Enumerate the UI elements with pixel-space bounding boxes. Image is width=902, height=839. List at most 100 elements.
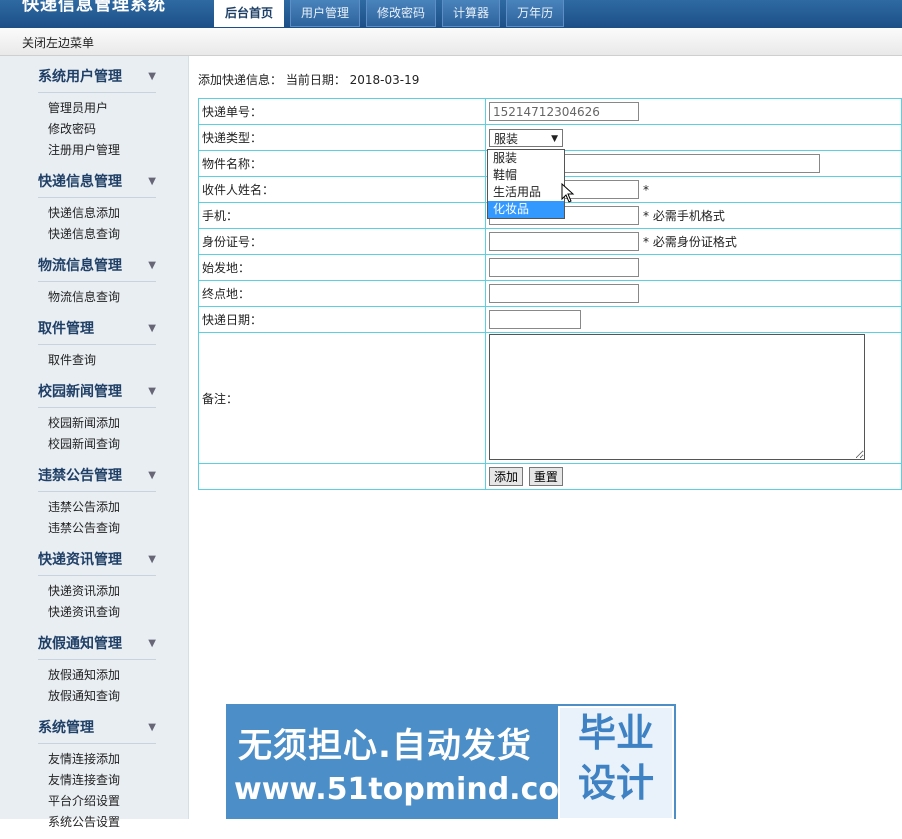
sub-bar: 关闭左边菜单: [0, 28, 902, 56]
phone-hint: * 必需手机格式: [643, 208, 725, 223]
sidebar-item-express-query[interactable]: 快递信息查询: [48, 224, 188, 245]
watermark-url: www.51topmind.com: [234, 772, 591, 807]
recipient-label: 收件人姓名：: [198, 176, 486, 203]
tab-home[interactable]: 后台首页: [214, 0, 285, 27]
chevron-down-icon: ▼: [148, 554, 156, 565]
type-label: 快递类型：: [198, 124, 486, 151]
sidebar-item-link-add[interactable]: 友情连接添加: [48, 749, 188, 770]
close-left-menu-link[interactable]: 关闭左边菜单: [22, 34, 94, 51]
sidebar-item-pickup-query[interactable]: 取件查询: [48, 350, 188, 371]
remark-label: 备注：: [198, 332, 486, 464]
mouse-cursor-icon: [561, 183, 575, 203]
sidebar-group-title[interactable]: 系统用户管理 ▼: [38, 62, 156, 93]
type-select-value: 服装: [494, 131, 519, 146]
sidebar-group: 校园新闻管理 ▼ 校园新闻添加 校园新闻查询: [22, 377, 188, 461]
watermark-box-line2: 设计: [577, 761, 654, 805]
sidebar-item-logistics-query[interactable]: 物流信息查询: [48, 287, 188, 308]
sidebar-group: 取件管理 ▼ 取件查询: [22, 314, 188, 377]
destination-input[interactable]: [489, 284, 639, 303]
sidebar-item-platform-intro[interactable]: 平台介绍设置: [48, 791, 188, 812]
sidebar-group: 快递信息管理 ▼ 快递信息添加 快递信息查询: [22, 167, 188, 251]
sidebar-item-registered-users[interactable]: 注册用户管理: [48, 140, 188, 161]
sidebar-group-title[interactable]: 校园新闻管理 ▼: [38, 377, 156, 408]
sidebar-group-title[interactable]: 放假通知管理 ▼: [38, 629, 156, 660]
sidebar-item-prohibited-query[interactable]: 违禁公告查询: [48, 518, 188, 539]
sidebar-group-title[interactable]: 快递信息管理 ▼: [38, 167, 156, 198]
id-card-hint: * 必需身份证格式: [643, 234, 737, 249]
sidebar-group-label: 校园新闻管理: [38, 384, 122, 400]
sidebar-group-title[interactable]: 取件管理 ▼: [38, 314, 156, 345]
sidebar-group-title[interactable]: 系统管理 ▼: [38, 713, 156, 744]
date-input[interactable]: [489, 310, 581, 329]
chevron-down-icon: ▼: [148, 638, 156, 649]
top-bar: 快递信息管理系统 后台首页 用户管理 修改密码 计算器 万年历: [0, 0, 902, 28]
tracking-no-label: 快递单号：: [198, 98, 486, 125]
sidebar-item-info-query[interactable]: 快递资讯查询: [48, 602, 188, 623]
remark-textarea[interactable]: [489, 333, 865, 460]
chevron-down-icon: ▼: [148, 71, 156, 82]
sidebar-item-change-password[interactable]: 修改密码: [48, 119, 188, 140]
tab-user-management[interactable]: 用户管理: [290, 0, 361, 27]
top-tabs: 后台首页 用户管理 修改密码 计算器 万年历: [214, 0, 565, 28]
sidebar-group: 快递资讯管理 ▼ 快递资讯添加 快递资讯查询: [22, 545, 188, 629]
watermark-banner: 无须担心.自动发货 www.51topmind.com 毕业 设计: [226, 704, 676, 820]
id-card-input[interactable]: [489, 232, 639, 251]
sidebar-group: 违禁公告管理 ▼ 违禁公告添加 违禁公告查询: [22, 461, 188, 545]
chevron-down-icon: ▼: [148, 722, 156, 733]
type-select[interactable]: 服装 ▼: [489, 128, 563, 147]
type-option-highlighted[interactable]: 化妆品: [488, 201, 564, 218]
tab-calculator[interactable]: 计算器: [442, 0, 501, 27]
watermark-box-line1: 毕业: [577, 711, 654, 755]
sidebar-item-system-notice[interactable]: 系统公告设置: [48, 812, 188, 833]
origin-label: 始发地：: [198, 254, 486, 281]
sidebar-item-prohibited-add[interactable]: 违禁公告添加: [48, 497, 188, 518]
sidebar-group-label: 放假通知管理: [38, 636, 122, 652]
watermark-box: 毕业 设计: [558, 706, 674, 820]
tab-change-password[interactable]: 修改密码: [366, 0, 437, 27]
sidebar-group: 物流信息管理 ▼ 物流信息查询: [22, 251, 188, 314]
sidebar-item-link-query[interactable]: 友情连接查询: [48, 770, 188, 791]
type-option[interactable]: 生活用品: [488, 184, 564, 201]
id-card-label: 身份证号：: [198, 228, 486, 255]
sidebar-item-express-add[interactable]: 快递信息添加: [48, 203, 188, 224]
watermark-line1: 无须担心.自动发货: [238, 726, 532, 766]
date-label: 快递日期：: [198, 306, 486, 333]
chevron-down-icon: ▼: [148, 176, 156, 187]
app-title: 快递信息管理系统: [22, 0, 166, 15]
type-option[interactable]: 服装: [488, 150, 564, 167]
item-name-label: 物件名称：: [198, 150, 486, 177]
sidebar-item-news-query[interactable]: 校园新闻查询: [48, 434, 188, 455]
sidebar-group-label: 快递信息管理: [38, 174, 122, 190]
type-dropdown-list: 服装 鞋帽 生活用品 化妆品: [487, 149, 565, 219]
sidebar-item-news-add[interactable]: 校园新闻添加: [48, 413, 188, 434]
sidebar-group-label: 违禁公告管理: [38, 468, 122, 484]
sidebar-group-label: 快递资讯管理: [38, 552, 122, 568]
add-button[interactable]: 添加: [489, 467, 524, 486]
recipient-hint: *: [643, 182, 649, 197]
tracking-no-input[interactable]: [489, 102, 639, 121]
sidebar-group: 系统用户管理 ▼ 管理员用户 修改密码 注册用户管理: [22, 62, 188, 167]
chevron-down-icon: ▼: [148, 386, 156, 397]
buttons-label-cell: [198, 463, 486, 490]
sidebar-group-label: 系统管理: [38, 720, 94, 736]
sidebar-group-label: 物流信息管理: [38, 258, 122, 274]
origin-input[interactable]: [489, 258, 639, 277]
sidebar-group: 放假通知管理 ▼ 放假通知添加 放假通知查询: [22, 629, 188, 713]
sidebar-group-title[interactable]: 违禁公告管理 ▼: [38, 461, 156, 492]
page-title: 添加快递信息： 当前日期： 2018-03-19: [198, 73, 420, 87]
chevron-down-icon: ▼: [148, 323, 156, 334]
sidebar-group-title[interactable]: 快递资讯管理 ▼: [38, 545, 156, 576]
dropdown-arrow-icon: ▼: [551, 133, 558, 144]
sidebar-group: 系统管理 ▼ 友情连接添加 友情连接查询 平台介绍设置 系统公告设置: [22, 713, 188, 839]
sidebar-item-holiday-add[interactable]: 放假通知添加: [48, 665, 188, 686]
sidebar-group-title[interactable]: 物流信息管理 ▼: [38, 251, 156, 282]
type-option[interactable]: 鞋帽: [488, 167, 564, 184]
sidebar-item-holiday-query[interactable]: 放假通知查询: [48, 686, 188, 707]
sidebar-group-label: 系统用户管理: [38, 69, 122, 85]
destination-label: 终点地：: [198, 280, 486, 307]
reset-button[interactable]: 重置: [528, 467, 563, 486]
tab-calendar[interactable]: 万年历: [506, 0, 565, 27]
chevron-down-icon: ▼: [148, 260, 156, 271]
sidebar-item-admin-users[interactable]: 管理员用户: [48, 98, 188, 119]
sidebar-item-info-add[interactable]: 快递资讯添加: [48, 581, 188, 602]
